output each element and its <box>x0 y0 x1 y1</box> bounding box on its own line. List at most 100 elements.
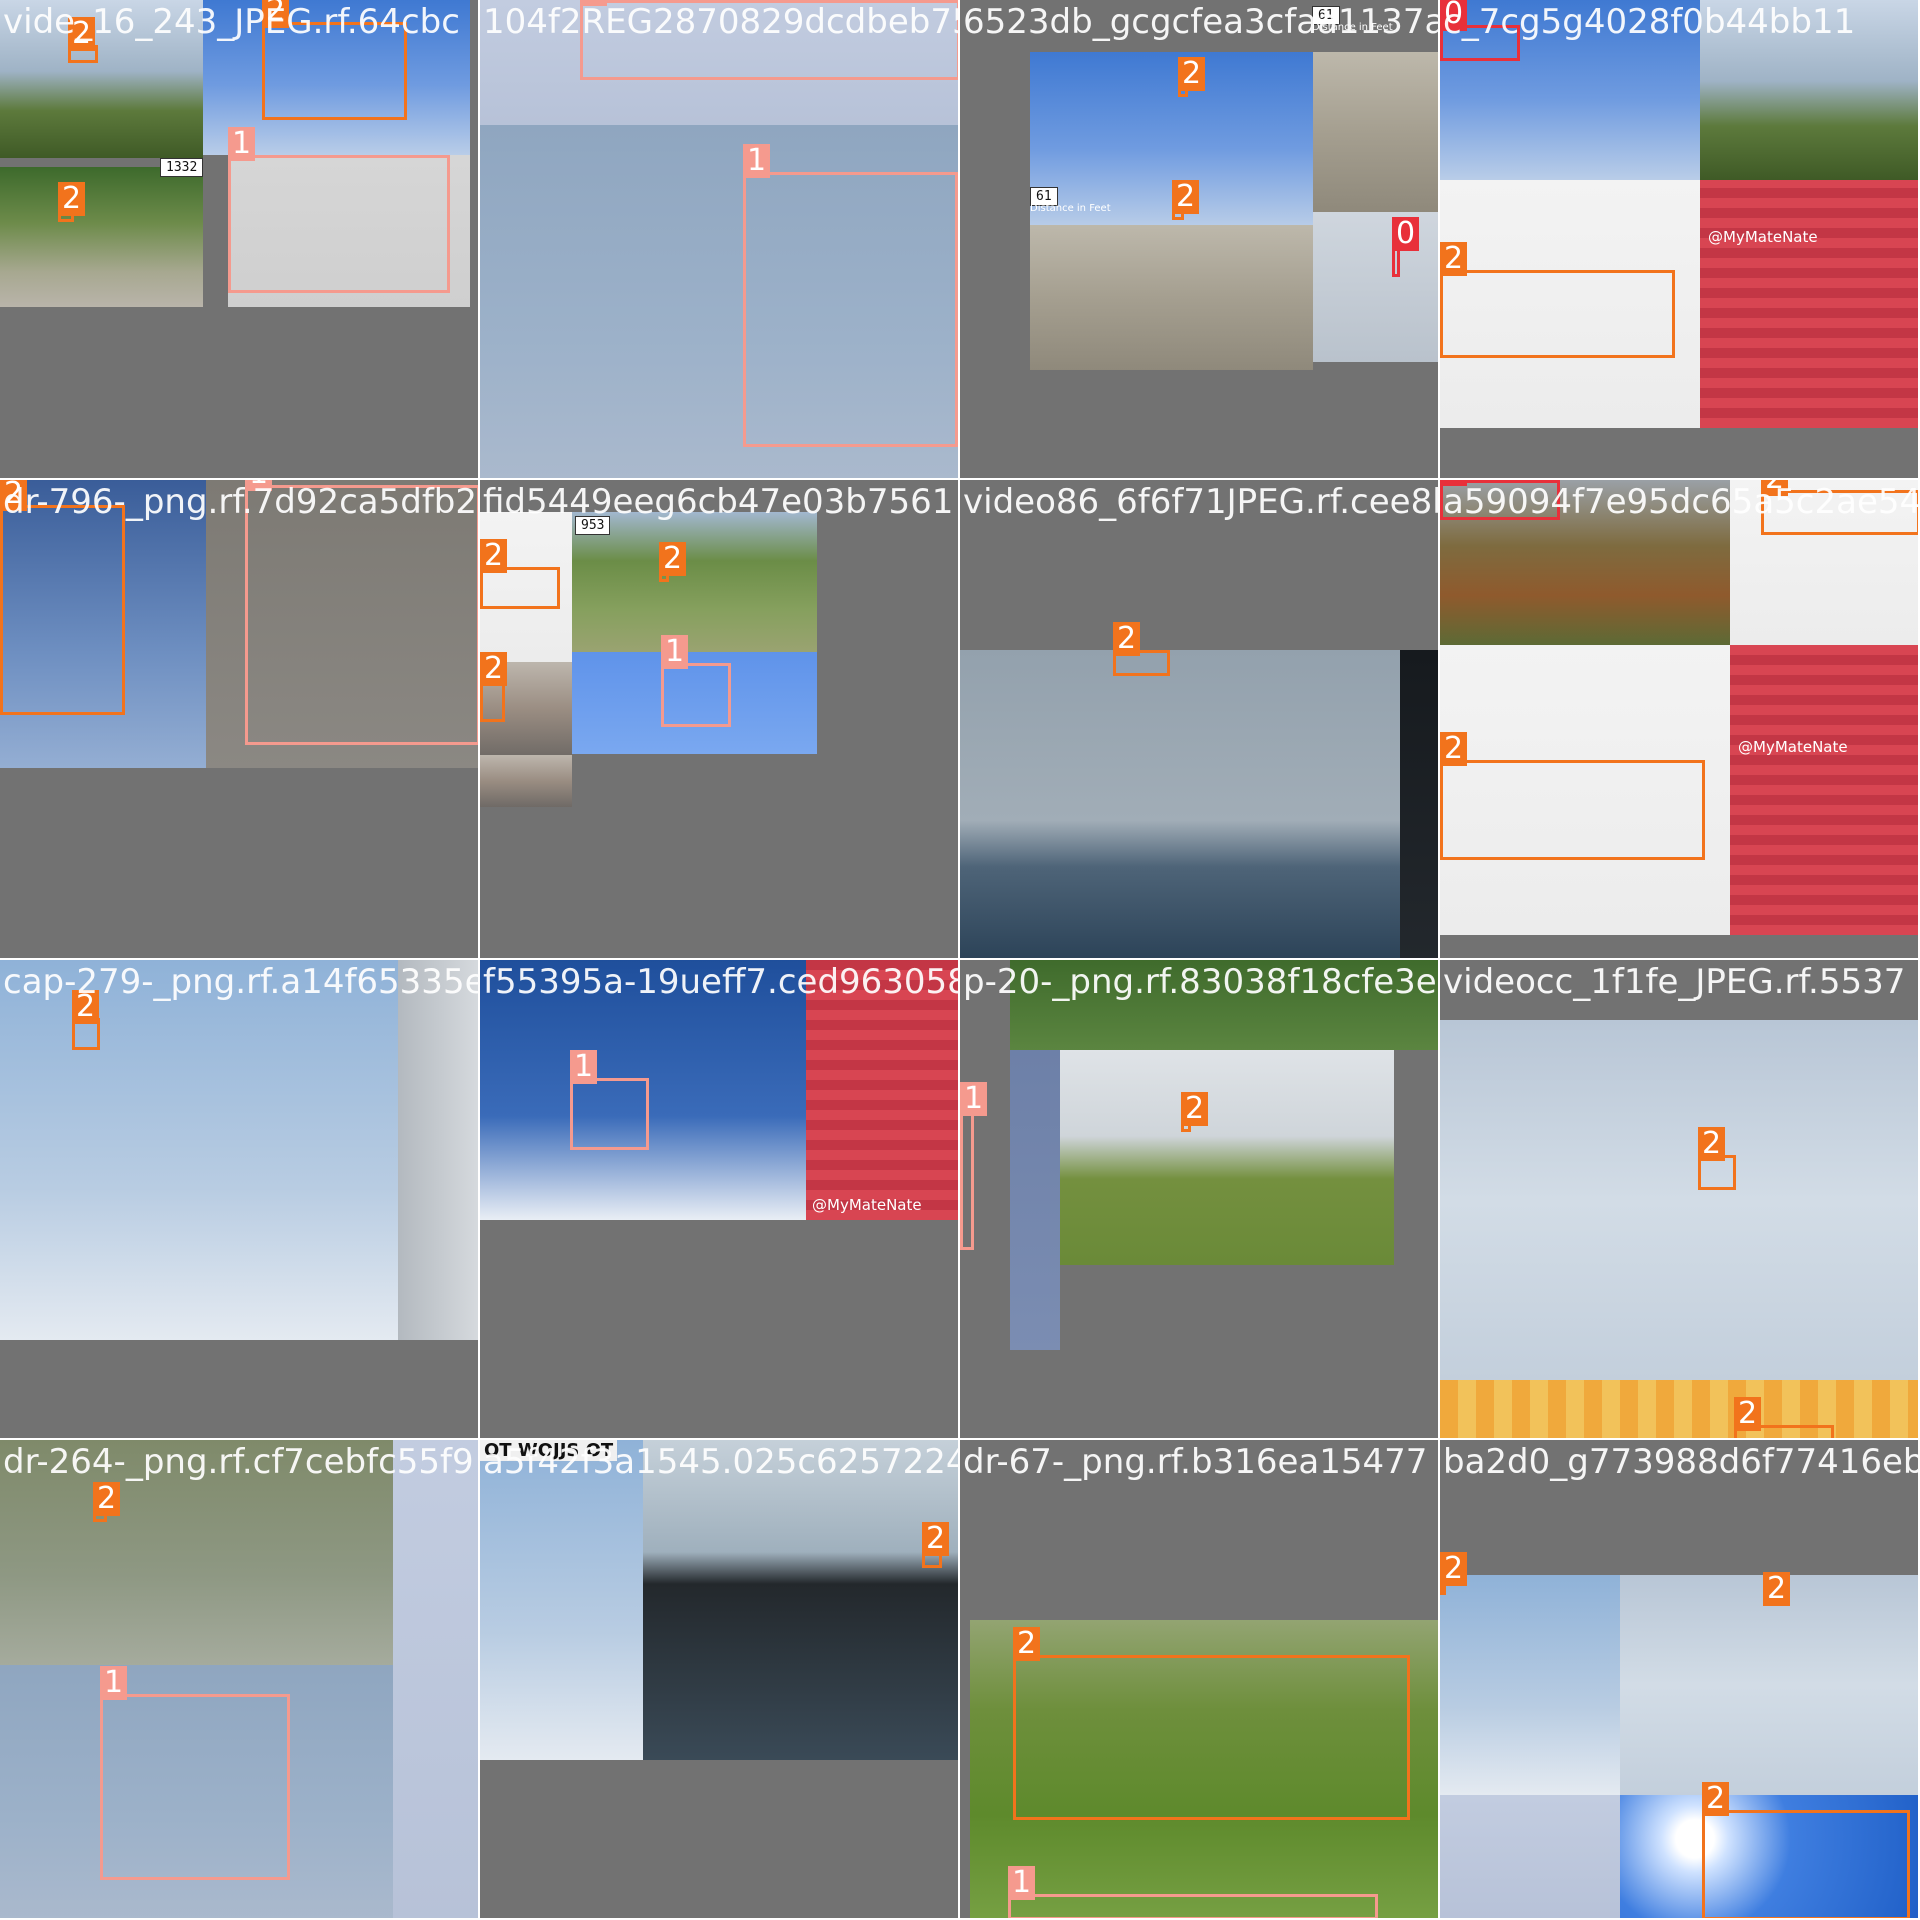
class-label-tag: 2 <box>1440 242 1468 276</box>
detection-box-class-2: 2 <box>480 539 560 609</box>
photo-crop <box>1440 1380 1918 1438</box>
detection-box-class-2: 2 <box>93 1482 121 1522</box>
photo-crop <box>398 960 478 1340</box>
detection-box-class-2: 2 <box>1440 732 1705 860</box>
mosaic-tile: @MyMateNate 0 2 c_7cg5g4028f0b44bb11 <box>1440 0 1918 478</box>
detection-box-class-2: 2 <box>1761 480 1918 535</box>
detection-box-class-2: 2 <box>1178 57 1206 97</box>
class-label-tag: 2 <box>1178 57 1206 91</box>
photo-crop <box>1010 960 1438 1050</box>
detection-box-class-2: 2 <box>58 182 86 222</box>
mosaic-tile: @MyMateNate022a59094f7e95dc65a5c2ae54 <box>1440 480 1918 958</box>
watermark-text: @MyMateNate <box>1708 228 1818 246</box>
tile-filename-caption: ba2d0_g773988d6f77416eb <box>1443 1442 1918 1482</box>
photo-crop <box>1440 1020 1918 1380</box>
mosaic-tile: 2 1 dr-67-_png.rf.b316ea15477 <box>960 1440 1438 1918</box>
class-label-tag: 2 <box>58 182 86 216</box>
class-label-tag: 1 <box>228 127 256 161</box>
class-label-tag: 2 <box>1440 732 1468 766</box>
class-label-tag: 2 <box>480 539 508 573</box>
detection-box-class-2: 2 <box>1440 242 1675 358</box>
tile-filename-caption: videocc_1f1fe_JPEG.rf.5537 <box>1443 962 1906 1002</box>
class-label-tag: 2 <box>1181 1092 1209 1126</box>
detection-box-class-2: 2 <box>1698 1127 1736 1190</box>
class-label-tag: 2 <box>1734 1397 1762 1431</box>
tile-filename-caption: dr-67-_png.rf.b316ea15477 <box>963 1442 1428 1482</box>
detection-box-class-2: 2 <box>1734 1397 1834 1438</box>
tile-filename-caption: video86_6f6f71JPEG.rf.cee8b <box>963 482 1438 522</box>
class-label-tag: 2 <box>1440 1552 1468 1586</box>
detection-box-class-2: 2 <box>480 652 508 722</box>
class-label-tag: 2 <box>1702 1782 1730 1816</box>
mosaic-tile: 1332 2 2 2 1 vide_16_243_JPEG.rf.64cbc <box>0 0 478 478</box>
photo-crop <box>480 1440 643 1760</box>
photo-crop <box>0 167 203 307</box>
detection-box-class-2: 2 <box>68 17 98 63</box>
mosaic-tile: 2 1 p-20-_png.rf.83038f18cfe3e <box>960 960 1438 1438</box>
overlay-text: OT WOJJS OT <box>480 1440 618 1461</box>
mosaic-tile: 21dr-796-_png.rf.7d92ca5dfb2 <box>0 480 478 958</box>
class-label-tag: 0 <box>1440 0 1468 31</box>
class-label-tag: 2 <box>659 542 687 576</box>
photo-crop <box>1620 1575 1918 1795</box>
class-label-tag: 2 <box>1698 1127 1726 1161</box>
detection-box-class-2: 2 <box>1113 622 1170 676</box>
class-label-tag: 1 <box>580 0 608 6</box>
detection-box-class-1: 1 <box>743 144 958 447</box>
mosaic-tile: 2 2 videocc_1f1fe_JPEG.rf.5537 <box>1440 960 1918 1438</box>
detection-box-class-1: 1 <box>661 635 731 727</box>
photo-crop <box>480 755 572 807</box>
class-label-tag: 1 <box>1008 1866 1036 1900</box>
detection-box-class-0: 0 <box>1392 217 1420 277</box>
photo-crop <box>1030 225 1313 370</box>
photo-crop <box>1730 645 1918 935</box>
photo-crop <box>1313 52 1438 212</box>
photo-crop <box>1400 650 1438 958</box>
class-label-tag: 1 <box>743 144 771 178</box>
photo-crop <box>0 960 398 1340</box>
mosaic-tile: OT WOJJS OT 2 a5f42f3a1545.025c6257224 <box>480 1440 958 1918</box>
photo-crop <box>960 650 1400 958</box>
detection-box-class-2: 2 <box>1172 180 1200 220</box>
overlay-text: Distance in Feet <box>1312 22 1393 33</box>
overlay-text: Distance in Feet <box>1030 203 1111 214</box>
detection-box-class-1: 1 <box>580 0 958 80</box>
class-label-tag: 2 <box>93 1482 121 1516</box>
class-label-tag: 0 <box>1440 480 1468 486</box>
detection-box-class-0: 0 <box>1440 0 1520 61</box>
class-label-tag: 0 <box>1392 217 1420 251</box>
detection-box-class-2: 2 <box>1181 1092 1209 1132</box>
mosaic-tile: 11104f2REG2870829dcdbeb75 <box>480 0 958 478</box>
photo-crop <box>643 1440 958 1760</box>
detection-box-class-1: 1 <box>1008 1866 1378 1918</box>
detection-box-class-2: 2 <box>1440 1552 1468 1595</box>
detection-box-class-2: 2 <box>1702 1782 1910 1918</box>
detection-box-class-2: 2 <box>72 990 100 1050</box>
photo-crop <box>1700 180 1918 428</box>
photo-crop <box>1010 1050 1060 1350</box>
class-label-tag: 2 <box>1013 1627 1041 1661</box>
photo-crop <box>1700 0 1918 180</box>
mosaic-tile: 953 2 2 2 1 fid5449eeg6cb47e03b7561 <box>480 480 958 958</box>
photo-crop <box>1060 1050 1394 1265</box>
detection-box-class-1: 1 <box>100 1666 290 1880</box>
photo-crop <box>1440 1575 1620 1795</box>
class-label-tag: 1 <box>960 1082 988 1116</box>
detection-box-class-2: 2 <box>0 480 125 715</box>
mosaic-tile: 2 1 dr-264-_png.rf.cf7cebfc55f9 <box>0 1440 478 1918</box>
photo-crop <box>1440 1795 1620 1918</box>
photo-crop <box>0 1440 393 1665</box>
detection-box-class-2: 2 <box>262 0 407 120</box>
detection-box-class-2: 2 <box>659 542 687 582</box>
mosaic-tile: 2 2 2 ba2d0_g773988d6f77416eb <box>1440 1440 1918 1918</box>
class-label-tag: 1 <box>100 1666 128 1700</box>
mosaic-tile: 2 cap-279-_png.rf.a14f65335e <box>0 960 478 1438</box>
mosaic-tile: 61 Distance in Feet 61 Distance in Feet 2 2 0 6… <box>960 0 1438 478</box>
class-label-tag: 2 <box>0 480 28 511</box>
class-label-tag: 2 <box>72 990 100 1024</box>
detection-box-class-0: 0 <box>1440 480 1560 520</box>
detection-box-class-2: 2 <box>922 1522 950 1568</box>
detection-box-class-1: 1 <box>228 127 450 293</box>
class-label-tag: 2 <box>68 17 96 51</box>
class-label-tag: 2 <box>1763 1572 1791 1606</box>
